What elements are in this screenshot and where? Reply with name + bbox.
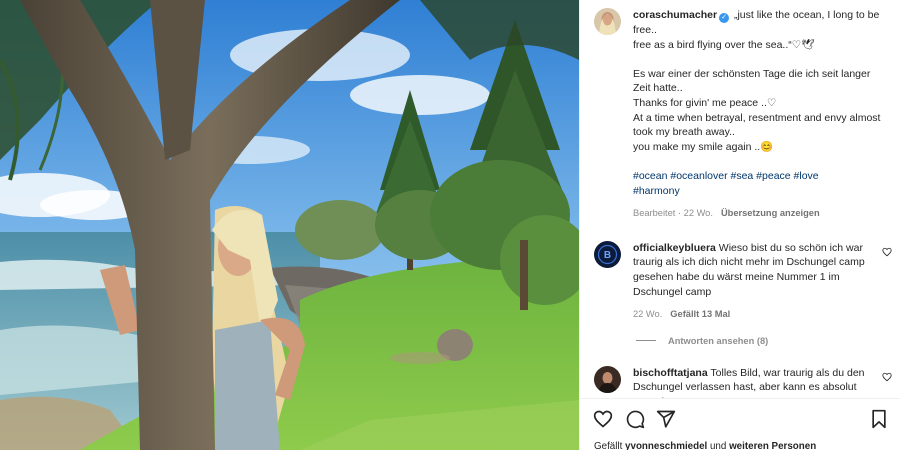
hashtags[interactable]: #ocean #oceanlover #sea #peace #love bbox=[633, 169, 885, 184]
edited-label: Bearbeitet bbox=[633, 208, 676, 219]
instagram-post-view: coraschumacher ✓ „just like the ocean, I … bbox=[0, 0, 900, 450]
view-replies-label[interactable]: Antworten ansehen (8) bbox=[668, 336, 768, 346]
commenter-avatar[interactable]: B bbox=[594, 240, 621, 268]
caption-line: At a time when betrayal, resentment and … bbox=[633, 111, 881, 139]
commenter-username[interactable]: bischofftatjana bbox=[633, 367, 708, 379]
comment-age[interactable]: 22 Wo. bbox=[633, 307, 662, 322]
comment-item: bischofftatjana Tolles Bild, war traurig… bbox=[580, 365, 900, 398]
share-icon[interactable] bbox=[656, 409, 676, 429]
comment-item: B officialkeybluera Wieso bist du so sch… bbox=[580, 240, 900, 322]
post-side-panel: coraschumacher ✓ „just like the ocean, I … bbox=[579, 0, 900, 450]
caption-line: Thanks for givin' me peace ..♡ bbox=[633, 96, 777, 109]
comment-likes[interactable]: Gefällt 13 Mal bbox=[670, 307, 730, 322]
liker-username[interactable]: yvonneschmiedel bbox=[625, 441, 707, 450]
likes-prefix: Gefällt bbox=[594, 441, 626, 450]
post-action-bar: Gefällt yvonneschmiedel und weiteren Per… bbox=[580, 398, 900, 450]
beach-photo-illustration bbox=[0, 0, 579, 450]
caption-line: free as a bird flying over the sea..“♡🕊 bbox=[633, 38, 815, 51]
comment-like-heart-icon[interactable] bbox=[882, 372, 892, 382]
comment-meta: 22 Wo. Gefällt 13 Mal bbox=[633, 307, 873, 322]
comment-icon[interactable] bbox=[625, 409, 645, 429]
verified-badge-icon: ✓ bbox=[719, 13, 730, 23]
view-replies[interactable]: Antworten ansehen (8) bbox=[636, 336, 900, 346]
post-photo[interactable] bbox=[0, 0, 579, 450]
caption-line: you make my smile again ..😊 bbox=[633, 140, 774, 153]
comments-scroll-area[interactable]: coraschumacher ✓ „just like the ocean, I … bbox=[580, 0, 900, 398]
replies-divider bbox=[636, 340, 656, 342]
others-link[interactable]: weiteren Personen bbox=[729, 441, 816, 450]
author-avatar[interactable] bbox=[594, 8, 621, 35]
caption-line: Es war einer der schönsten Tage die ich … bbox=[633, 67, 871, 95]
post-caption: coraschumacher ✓ „just like the ocean, I … bbox=[580, 0, 900, 221]
commenter-avatar[interactable] bbox=[594, 365, 621, 393]
likes-summary: Gefällt yvonneschmiedel und weiteren Per… bbox=[594, 441, 816, 450]
hashtags[interactable]: #harmony bbox=[633, 184, 885, 199]
heart-icon[interactable] bbox=[593, 409, 613, 429]
commenter-username[interactable]: officialkeybluera bbox=[633, 242, 716, 254]
comment-like-heart-icon[interactable] bbox=[882, 247, 892, 257]
author-username[interactable]: coraschumacher bbox=[633, 9, 717, 21]
likes-middle: und bbox=[707, 441, 730, 450]
bookmark-icon[interactable] bbox=[869, 409, 889, 429]
post-age[interactable]: 22 Wo. bbox=[684, 208, 713, 218]
svg-text:B: B bbox=[604, 250, 611, 261]
translate-link[interactable]: Übersetzung anzeigen bbox=[721, 206, 820, 221]
caption-meta: Bearbeitet · 22 Wo. Übersetzung anzeigen bbox=[633, 206, 885, 221]
